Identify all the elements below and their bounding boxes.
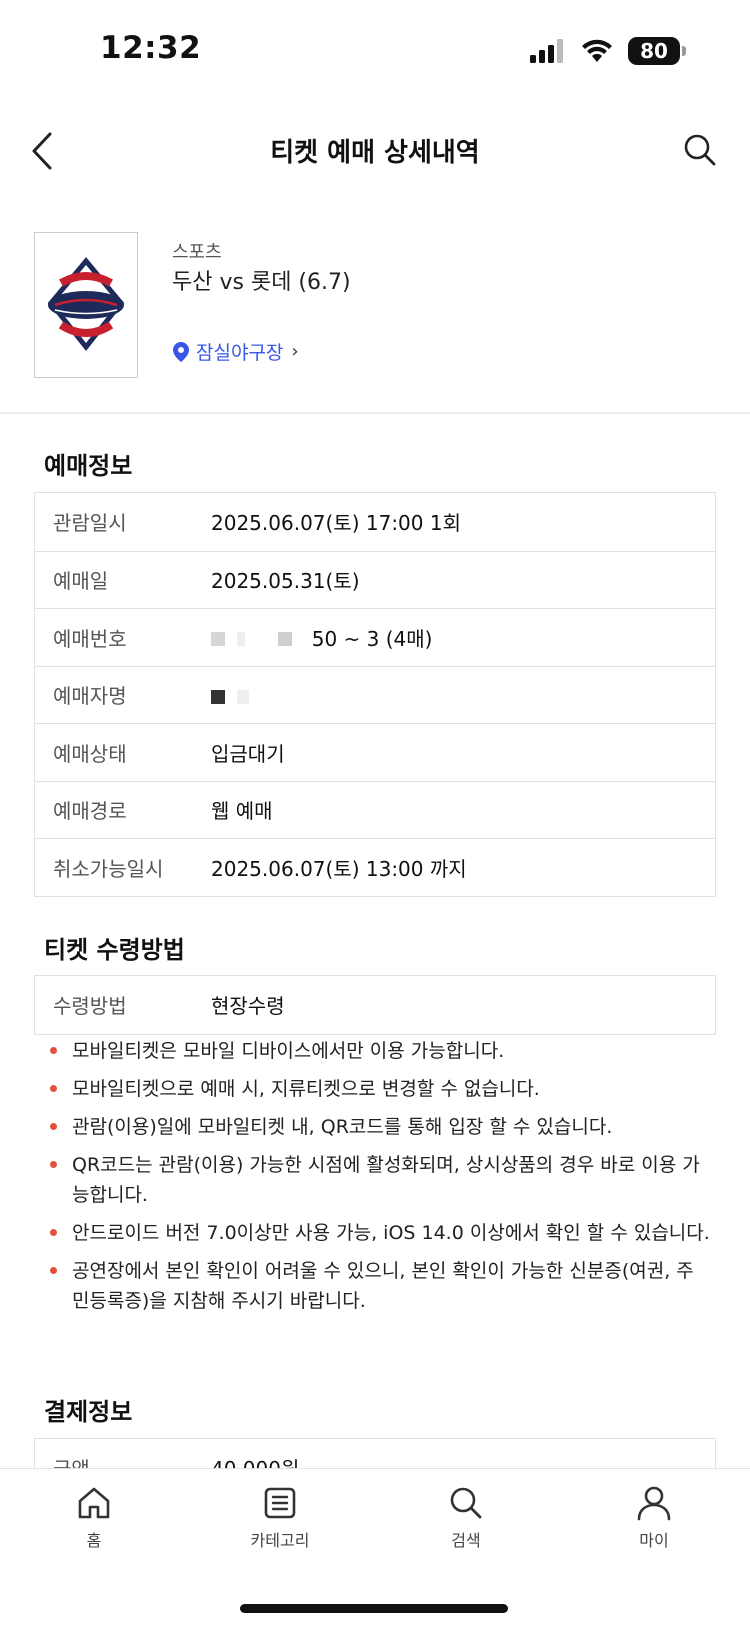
redacted-block — [211, 684, 255, 708]
table-row: 관람일시 2025.06.07(토) 17:00 1회 — [35, 493, 715, 551]
list-item: 모바일티켓으로 예매 시, 지류티켓으로 변경할 수 없습니다. — [50, 1074, 710, 1104]
table-row: 예매번호 50 ~ 3 (4매) — [35, 608, 715, 666]
row-value: 2025.06.07(토) 13:00 까지 — [211, 856, 467, 881]
bullet-icon — [50, 1047, 57, 1054]
home-indicator[interactable] — [240, 1604, 508, 1613]
header: 티켓 예매 상세내역 — [0, 110, 750, 194]
chevron-right-icon: › — [291, 341, 299, 362]
booking-section-title: 예매정보 — [44, 452, 133, 480]
list-item: 모바일티켓은 모바일 디바이스에서만 이용 가능합니다. — [50, 1036, 710, 1066]
event-summary: 스포츠 두산 vs 롯데 (6.7) 잠실야구장 › — [34, 232, 724, 378]
list-item: 안드로이드 버전 7.0이상만 사용 가능, iOS 14.0 이상에서 확인 … — [50, 1218, 710, 1248]
nav-search-label: 검색 — [451, 1531, 481, 1550]
row-label: 수령방법 — [53, 994, 127, 1019]
user-icon — [637, 1486, 671, 1521]
receipt-section-title: 티켓 수령방법 — [44, 936, 185, 964]
row-label: 예매자명 — [53, 684, 127, 709]
row-value: 웹 예매 — [211, 799, 273, 824]
category-list-icon — [264, 1487, 296, 1519]
venue-name: 잠실야구장 — [196, 342, 284, 364]
bullet-icon — [50, 1123, 57, 1130]
table-row: 예매경로 웹 예매 — [35, 780, 715, 839]
row-value: 2025.06.07(토) 17:00 1회 — [211, 511, 461, 536]
nav-home-label: 홈 — [86, 1531, 102, 1550]
row-label: 예매상태 — [53, 741, 127, 766]
bullet-icon — [50, 1267, 57, 1274]
table-row: 예매상태 입금대기 — [35, 723, 715, 781]
bears-logo — [47, 257, 125, 352]
status-icons: 80 — [530, 34, 686, 68]
table-row: 예매자명 — [35, 665, 715, 724]
home-icon — [78, 1487, 110, 1519]
booker-name-value — [211, 682, 255, 708]
payment-section-title: 결제정보 — [44, 1398, 133, 1426]
row-value: 현장수령 — [211, 994, 285, 1019]
battery-icon: 80 — [628, 37, 686, 65]
location-pin-icon — [173, 341, 189, 362]
event-title: 두산 vs 롯데 (6.7) — [172, 270, 351, 295]
status-bar: 12:32 80 — [0, 0, 750, 100]
list-item: 공연장에서 본인 확인이 어려울 수 있으니, 본인 확인이 가능한 신분증(여… — [50, 1256, 710, 1316]
row-label: 예매일 — [53, 569, 109, 594]
page-title: 티켓 예매 상세내역 — [270, 138, 480, 168]
search-icon — [684, 134, 716, 166]
event-poster — [34, 232, 138, 378]
section-divider — [0, 412, 750, 414]
booking-number-text: 50 ~ 3 (4매) — [311, 626, 433, 651]
row-label: 예매경로 — [53, 799, 127, 824]
redacted-block — [211, 625, 312, 649]
bullet-icon — [50, 1229, 57, 1236]
nav-category[interactable]: 카테고리 — [220, 1485, 340, 1551]
table-row: 취소가능일시 2025.06.07(토) 13:00 까지 — [35, 838, 715, 896]
wifi-icon — [582, 39, 612, 62]
receipt-table: 수령방법 현장수령 — [34, 975, 716, 1035]
signal-icon — [530, 39, 563, 63]
table-row: 수령방법 현장수령 — [35, 976, 715, 1034]
search-nav-icon — [450, 1487, 482, 1519]
nav-my-label: 마이 — [639, 1531, 669, 1550]
nav-my[interactable]: 마이 — [594, 1485, 714, 1551]
list-item: QR코드는 관람(이용) 가능한 시점에 활성화되며, 상시상품의 경우 바로 … — [50, 1150, 710, 1210]
bullet-icon — [50, 1161, 57, 1168]
row-label: 관람일시 — [53, 511, 127, 536]
list-item: 관람(이용)일에 모바일티켓 내, QR코드를 통해 입장 할 수 있습니다. — [50, 1112, 710, 1142]
event-category: 스포츠 — [172, 242, 222, 263]
row-label: 예매번호 — [53, 626, 127, 651]
table-row: 예매일 2025.05.31(토) — [35, 550, 715, 609]
nav-search[interactable]: 검색 — [406, 1485, 526, 1551]
nav-home[interactable]: 홈 — [34, 1485, 154, 1551]
status-time: 12:32 — [100, 30, 202, 66]
booking-info-table: 관람일시 2025.06.07(토) 17:00 1회 예매일 2025.05.… — [34, 492, 716, 897]
bottom-nav: 홈 카테고리 검색 마이 — [0, 1468, 750, 1626]
bullet-icon — [50, 1085, 57, 1092]
row-label: 취소가능일시 — [53, 856, 164, 881]
battery-level: 80 — [640, 39, 668, 63]
search-button[interactable] — [678, 128, 722, 172]
row-value: 2025.05.31(토) — [211, 569, 360, 594]
venue-link[interactable]: 잠실야구장 › — [172, 338, 299, 365]
receipt-notes: 모바일티켓은 모바일 디바이스에서만 이용 가능합니다. 모바일티켓으로 예매 … — [50, 1036, 710, 1324]
row-value: 입금대기 — [211, 741, 285, 766]
booking-number-value: 50 ~ 3 (4매) — [211, 623, 432, 652]
nav-category-label: 카테고리 — [250, 1531, 310, 1550]
